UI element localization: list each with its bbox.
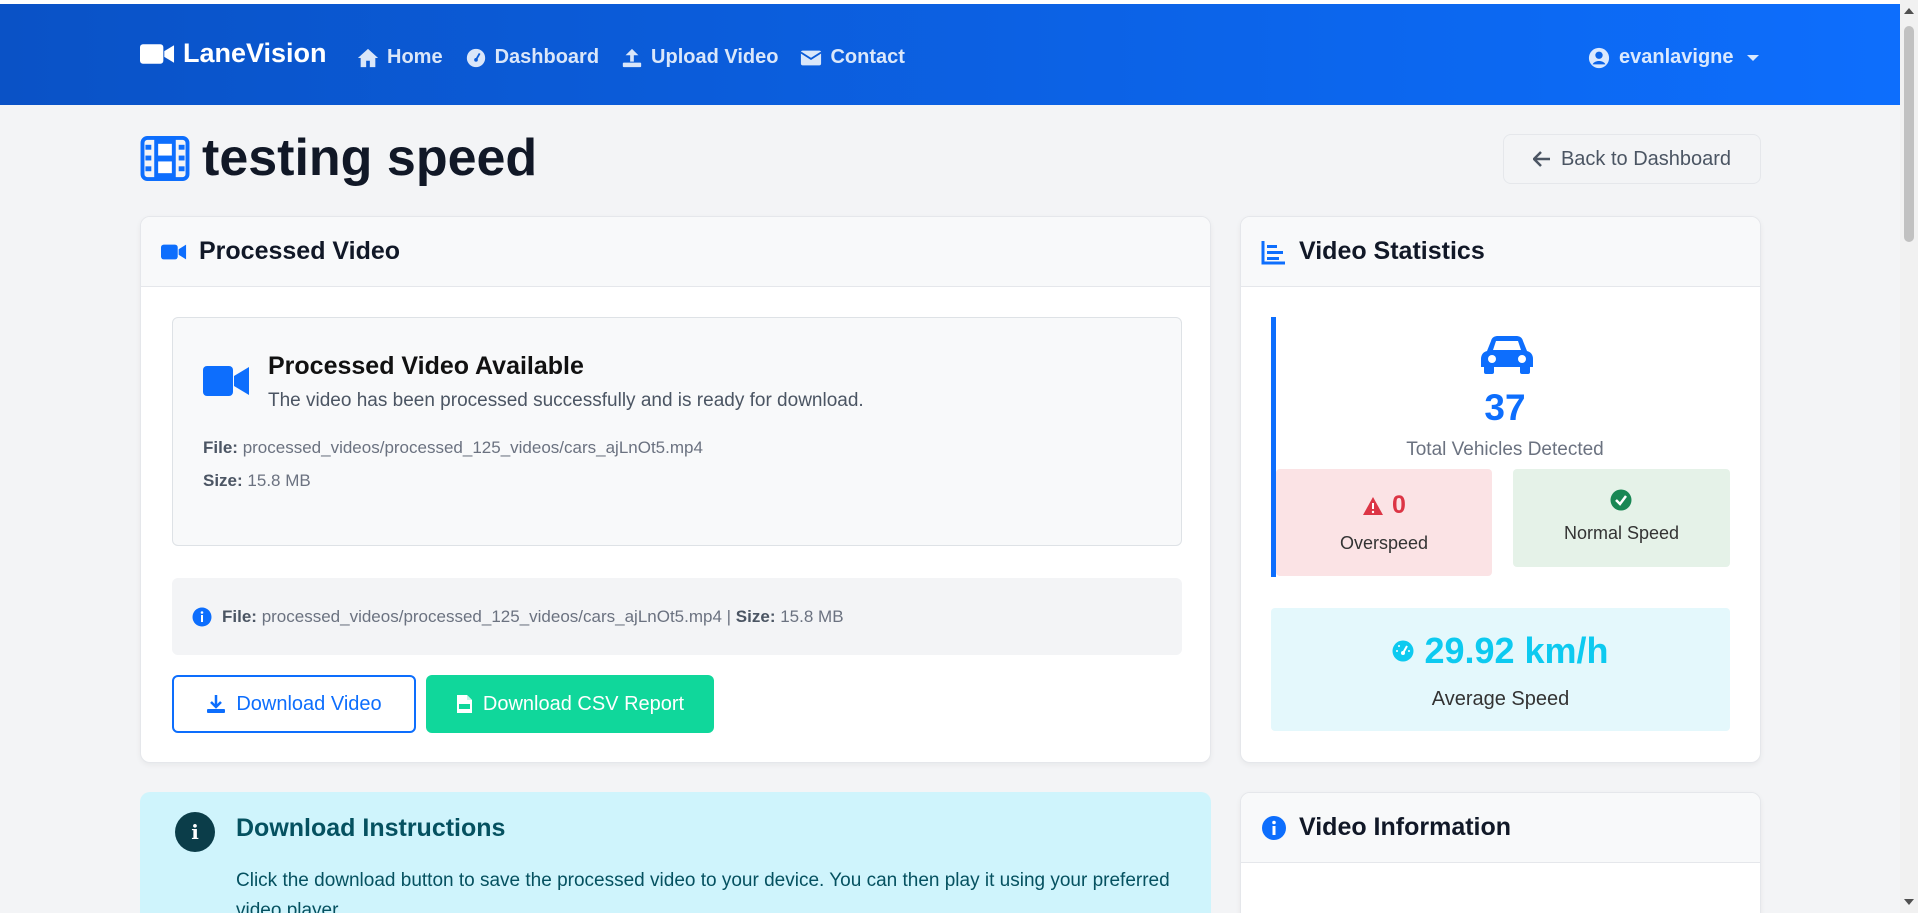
video-statistics-title: Video Statistics bbox=[1299, 237, 1485, 265]
check-circle-icon bbox=[1610, 489, 1632, 511]
scrollbar[interactable] bbox=[1900, 0, 1918, 913]
info-size-label: Size: bbox=[735, 606, 776, 626]
film-icon bbox=[140, 135, 190, 181]
nav-contact[interactable]: Contact bbox=[800, 46, 905, 69]
processed-video-title: Processed Video bbox=[199, 237, 401, 265]
processed-video-card: Processed Video Processed Video Availabl… bbox=[140, 216, 1211, 763]
total-vehicles-label: Total Vehicles Detected bbox=[1406, 439, 1604, 460]
speedometer-icon bbox=[1392, 640, 1414, 662]
nav-links: Home Dashboard Upload Video Contact bbox=[357, 46, 905, 69]
video-available-text: The video has been processed successfull… bbox=[268, 390, 864, 411]
brand-logo[interactable]: LaneVision bbox=[140, 38, 327, 69]
overspeed-label: Overspeed bbox=[1339, 533, 1429, 553]
navbar: LaneVision Home Dashboard Upload Video C… bbox=[0, 4, 1900, 105]
overspeed-value-row: 0 bbox=[1276, 491, 1492, 520]
info-icon: i bbox=[175, 812, 215, 852]
overspeed-box: 0 Overspeed bbox=[1276, 469, 1492, 576]
download-csv-label: Download CSV Report bbox=[482, 692, 685, 715]
nav-contact-label: Contact bbox=[830, 46, 905, 68]
download-instructions-text: Click the download button to save the pr… bbox=[236, 870, 1170, 913]
warning-triangle-icon bbox=[1363, 496, 1384, 515]
normal-speed-box: Normal Speed bbox=[1513, 469, 1730, 567]
scroll-down-arrow-icon[interactable] bbox=[1904, 899, 1914, 905]
total-vehicles-count: 37 bbox=[1484, 387, 1526, 428]
average-speed-box: 29.92 km/h Average Speed bbox=[1271, 608, 1730, 731]
size-value: 15.8 MB bbox=[247, 471, 311, 490]
page-title-text: testing speed bbox=[202, 129, 538, 187]
average-speed-value: 29.92 km/h bbox=[1424, 630, 1609, 671]
video-information-title: Video Information bbox=[1299, 813, 1512, 841]
normal-speed-label: Normal Speed bbox=[1563, 523, 1680, 543]
nav-upload-label: Upload Video bbox=[651, 46, 779, 68]
chevron-down-icon bbox=[1746, 54, 1759, 61]
nav-home[interactable]: Home bbox=[357, 46, 443, 69]
size-label: Size: bbox=[203, 471, 243, 490]
file-label: File: bbox=[203, 438, 238, 457]
brand-name: LaneVision bbox=[183, 38, 327, 68]
username: evanlavigne bbox=[1619, 46, 1734, 68]
video-camera-icon bbox=[161, 244, 187, 259]
average-speed-label: Average Speed bbox=[1431, 688, 1570, 710]
download-instructions-title: Download Instructions bbox=[236, 814, 506, 842]
download-csv-button[interactable]: Download CSV Report bbox=[426, 675, 714, 733]
video-camera-icon bbox=[203, 366, 249, 396]
download-instructions-card: i Download Instructions Click the downlo… bbox=[140, 792, 1211, 913]
nav-home-label: Home bbox=[387, 46, 443, 68]
video-information-header: Video Information bbox=[1241, 793, 1760, 863]
scroll-up-arrow-icon[interactable] bbox=[1904, 8, 1914, 14]
gauge-icon bbox=[466, 48, 485, 67]
nav-dashboard[interactable]: Dashboard bbox=[465, 46, 599, 69]
bar-chart-icon bbox=[1261, 240, 1285, 264]
overspeed-value: 0 bbox=[1392, 491, 1406, 519]
back-label: Back to Dashboard bbox=[1560, 147, 1732, 170]
download-video-button[interactable]: Download Video bbox=[172, 675, 416, 733]
scroll-thumb[interactable] bbox=[1904, 26, 1914, 242]
envelope-icon bbox=[800, 50, 823, 65]
video-information-card: Video Information bbox=[1240, 792, 1761, 913]
user-menu[interactable]: evanlavigne bbox=[1588, 46, 1759, 69]
upload-icon bbox=[622, 48, 642, 67]
processed-video-header: Processed Video bbox=[141, 217, 1210, 287]
back-to-dashboard-button[interactable]: Back to Dashboard bbox=[1503, 134, 1761, 184]
video-statistics-card: Video Statistics 37 Total Vehicles Detec… bbox=[1240, 216, 1761, 763]
average-speed-value-row: 29.92 km/h bbox=[1271, 630, 1730, 672]
video-camera-icon bbox=[140, 43, 175, 64]
file-value: processed_videos/processed_125_videos/ca… bbox=[242, 438, 703, 457]
arrow-left-icon bbox=[1532, 151, 1550, 167]
file-meta: File: processed_videos/processed_125_vid… bbox=[203, 438, 703, 458]
file-info-bar: File: processed_videos/processed_125_vid… bbox=[172, 578, 1182, 655]
car-icon bbox=[1481, 336, 1533, 374]
page-title: testing speed bbox=[140, 128, 537, 188]
nav-dashboard-label: Dashboard bbox=[494, 46, 600, 68]
info-file-value: processed_videos/processed_125_videos/ca… bbox=[261, 606, 732, 626]
info-circle-icon bbox=[1262, 815, 1286, 840]
download-icon bbox=[207, 695, 226, 713]
file-csv-icon bbox=[456, 695, 472, 713]
video-available-box: Processed Video Available The video has … bbox=[172, 317, 1182, 546]
user-circle-icon bbox=[1588, 47, 1610, 68]
video-statistics-header: Video Statistics bbox=[1241, 217, 1760, 287]
nav-upload[interactable]: Upload Video bbox=[621, 46, 778, 69]
video-available-title: Processed Video Available bbox=[268, 352, 584, 380]
download-video-label: Download Video bbox=[236, 692, 382, 715]
info-circle-icon bbox=[192, 607, 212, 626]
home-icon bbox=[357, 48, 379, 67]
size-meta: Size: 15.8 MB bbox=[203, 471, 311, 491]
info-size-value: 15.8 MB bbox=[780, 606, 844, 626]
info-file-label: File: bbox=[222, 606, 257, 626]
